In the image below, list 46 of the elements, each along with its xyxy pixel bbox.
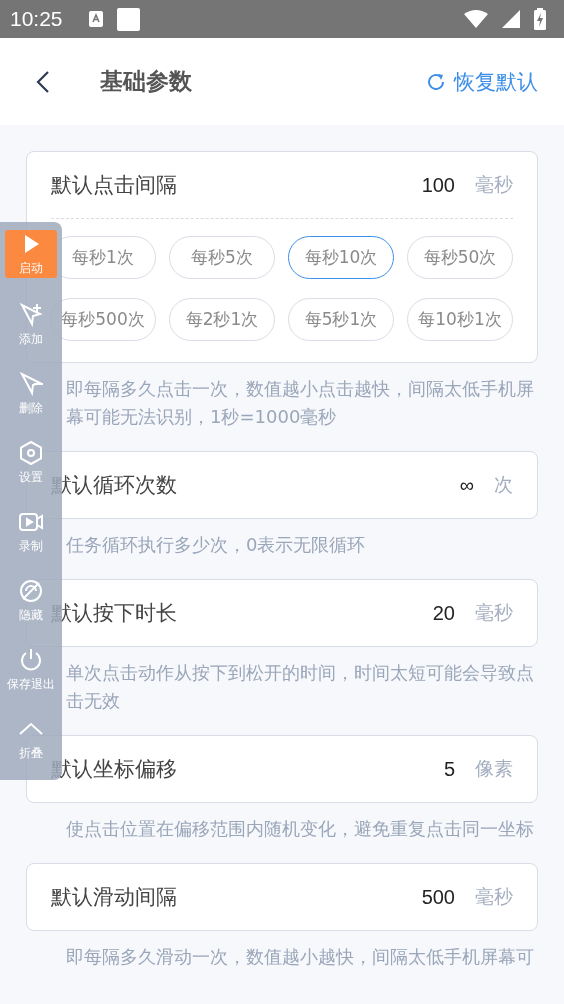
clock: 10:25	[10, 7, 63, 31]
setting-hint: 使点击位置在偏移范围内随机变化，避免重复点击同一坐标	[66, 817, 535, 841]
unit-label: 毫秒	[475, 172, 513, 197]
unit-label: 毫秒	[475, 884, 513, 909]
toolbar-button[interactable]: 隐藏	[16, 566, 46, 635]
unit-label: 次	[494, 472, 513, 497]
power-icon	[18, 646, 44, 673]
preset-chip[interactable]: 每10秒1次	[407, 298, 513, 341]
setting-value-field[interactable]: 20	[432, 601, 455, 625]
square-notification-icon	[116, 7, 140, 31]
toolbar-button[interactable]: 折叠	[16, 704, 46, 773]
setting-hint: 任务循环执行多少次，0表示无限循环	[66, 533, 367, 557]
preset-chip[interactable]: 每秒50次	[407, 236, 513, 279]
page-title: 基础参数	[100, 67, 192, 96]
unit-label: 毫秒	[475, 600, 513, 625]
toolbar-button[interactable]: 设置	[16, 428, 46, 497]
setting-label: 默认点击间隔	[51, 172, 178, 199]
back-icon[interactable]	[36, 69, 50, 94]
battery-icon	[534, 8, 546, 30]
unit-label: 像素	[475, 756, 513, 781]
setting-value-field[interactable]: 5	[443, 757, 455, 781]
hexagon-icon	[18, 439, 44, 466]
setting-hint: 单次点击动作从按下到松开的时间，时间太短可能会导致点击无效	[66, 661, 535, 713]
cursor-minus-icon	[18, 370, 44, 397]
setting-label: 默认滑动间隔	[51, 884, 178, 911]
setting-hint: 即每隔多久滑动一次，数值越小越快，间隔太低手机屏幕可	[66, 945, 535, 969]
preset-chip[interactable]: 每秒10次	[288, 236, 394, 279]
signal-icon	[502, 10, 520, 28]
toolbar-button[interactable]: 删除	[16, 359, 46, 428]
cursor-plus-icon	[18, 301, 44, 328]
setting-value-field[interactable]: ∞	[459, 473, 474, 497]
eye-off-icon	[18, 577, 44, 604]
setting-hint: 即每隔多久点击一次，数值越小点击越快，间隔太低手机屏幕可能无法识别，1秒=1000毫秒	[66, 377, 535, 429]
toolbar-button[interactable]: 录制	[16, 497, 46, 566]
restore-defaults-button[interactable]: 恢复默认	[426, 67, 538, 96]
keyboard-notification-icon	[88, 11, 103, 27]
setting-value-field[interactable]: 500	[421, 885, 455, 909]
preset-chip[interactable]: 每2秒1次	[169, 298, 275, 341]
setting-value-field[interactable]: 100	[421, 173, 455, 197]
refresh-icon	[426, 71, 446, 92]
preset-chip[interactable]: 每5秒1次	[288, 298, 394, 341]
wifi-icon	[464, 10, 488, 28]
toolbar-button[interactable]: 添加	[16, 290, 46, 359]
toolbar-button[interactable]: 启动	[5, 230, 57, 278]
preset-chip[interactable]: 每秒5次	[169, 236, 275, 279]
toolbar-button[interactable]: 保存退出	[7, 635, 55, 704]
